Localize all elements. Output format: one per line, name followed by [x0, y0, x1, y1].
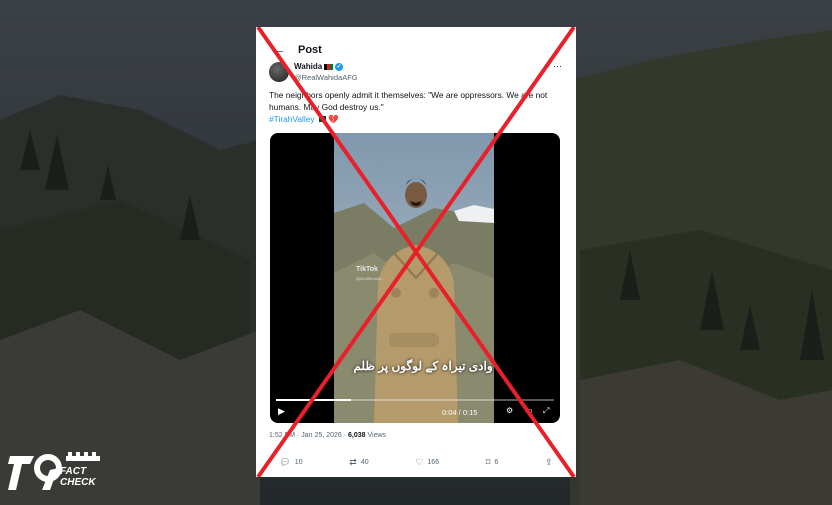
logo-line-check: CHECK: [60, 477, 96, 488]
false-cross-overlay: [256, 27, 576, 477]
factcheck-logo-text: FACT CHECK: [60, 466, 96, 488]
logo-line-fact: FACT: [60, 466, 87, 477]
